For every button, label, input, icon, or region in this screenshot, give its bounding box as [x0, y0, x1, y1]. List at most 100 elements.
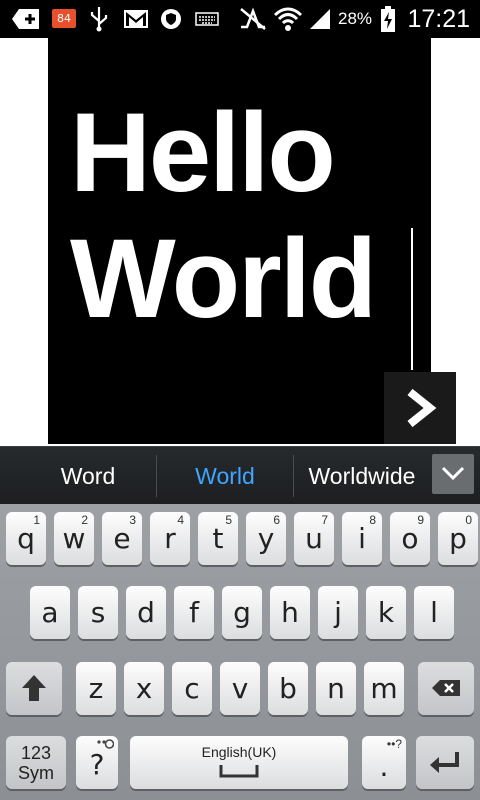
key-t[interactable]: t5	[198, 512, 238, 565]
key-label: j	[334, 596, 342, 629]
key-c[interactable]: c	[172, 662, 212, 715]
usb-icon	[86, 0, 112, 38]
key-p[interactable]: p0	[438, 512, 478, 565]
period-hint: ••?	[386, 737, 402, 751]
keyboard: 123 Sym ? English(UK) . ••? q1w2e3r4t5y6…	[0, 504, 480, 800]
key-label: x	[135, 672, 153, 705]
key-r[interactable]: r4	[150, 512, 190, 565]
key-u[interactable]: u7	[294, 512, 334, 565]
key-label: z	[88, 672, 104, 705]
key-x[interactable]: x	[124, 662, 164, 715]
key-l[interactable]: l	[414, 586, 454, 639]
settings-hint-icon	[97, 739, 114, 749]
key-w[interactable]: w2	[54, 512, 94, 565]
key-label: i	[358, 522, 366, 555]
key-label: s	[90, 596, 106, 629]
suggestion-worldwide[interactable]: Worldwide	[294, 447, 430, 505]
key-number-hint: 2	[81, 513, 88, 527]
key-g[interactable]: g	[222, 586, 262, 639]
key-label: d	[137, 596, 155, 629]
suggestion-world[interactable]: World	[157, 447, 293, 505]
key-label: r	[164, 522, 176, 555]
key-label: m	[370, 672, 398, 705]
expand-suggestions-button[interactable]	[432, 454, 474, 494]
chevron-right-icon	[407, 388, 437, 428]
key-number-hint: 9	[417, 513, 424, 527]
key-label: e	[113, 522, 131, 555]
space-bar-icon	[219, 765, 259, 778]
key-label: g	[233, 596, 251, 629]
key-y[interactable]: y6	[246, 512, 286, 565]
key-e[interactable]: e3	[102, 512, 142, 565]
space-language-label: English(UK)	[201, 744, 277, 760]
key-label: q	[17, 522, 35, 555]
content-area: Hello World	[0, 38, 480, 446]
next-button[interactable]	[384, 372, 456, 444]
battery-charging-icon	[378, 0, 398, 38]
question-mark-label: ?	[89, 748, 105, 781]
key-m[interactable]: m	[364, 662, 404, 715]
space-key[interactable]: English(UK)	[130, 736, 348, 789]
shield-icon	[158, 0, 184, 38]
key-label: n	[327, 672, 345, 705]
key-label: h	[281, 596, 299, 629]
period-label: .	[379, 750, 389, 783]
chevron-down-icon	[441, 466, 465, 481]
key-number-hint: 1	[33, 513, 40, 527]
backspace-icon	[432, 680, 460, 696]
keyboard-icon	[194, 0, 220, 38]
key-number-hint: 7	[321, 513, 328, 527]
key-a[interactable]: a	[30, 586, 70, 639]
enter-arrow-icon	[430, 752, 459, 773]
key-z[interactable]: z	[76, 662, 116, 715]
sym-key-label-top: 123	[20, 743, 52, 763]
no-signal-icon	[238, 0, 268, 38]
backspace-key[interactable]	[418, 662, 474, 715]
key-label: u	[305, 522, 323, 555]
key-s[interactable]: s	[78, 586, 118, 639]
enter-key[interactable]	[416, 736, 474, 789]
key-b[interactable]: b	[268, 662, 308, 715]
wifi-icon	[272, 0, 304, 38]
key-k[interactable]: k	[366, 586, 406, 639]
gmail-icon	[122, 0, 150, 38]
add-notification-icon	[10, 0, 42, 38]
key-label: k	[377, 596, 395, 629]
suggestion-word[interactable]: Word	[20, 447, 156, 505]
question-mark-key[interactable]: ?	[76, 736, 118, 789]
text-canvas[interactable]: Hello World	[48, 38, 431, 444]
sym-key-label-bottom: Sym	[18, 763, 54, 783]
key-label: w	[62, 522, 86, 555]
key-q[interactable]: q1	[6, 512, 46, 565]
key-d[interactable]: d	[126, 586, 166, 639]
key-h[interactable]: h	[270, 586, 310, 639]
key-label: y	[257, 522, 275, 555]
key-j[interactable]: j	[318, 586, 358, 639]
key-label: l	[430, 596, 438, 629]
sym-key[interactable]: 123 Sym	[6, 736, 66, 789]
key-label: p	[449, 522, 467, 555]
key-label: c	[184, 672, 200, 705]
key-label: b	[279, 672, 297, 705]
shift-arrow-icon	[22, 675, 46, 701]
key-f[interactable]: f	[174, 586, 214, 639]
key-o[interactable]: o9	[390, 512, 430, 565]
key-label: t	[212, 522, 224, 555]
key-v[interactable]: v	[220, 662, 260, 715]
key-number-hint: 3	[129, 513, 136, 527]
signal-strength-icon	[306, 0, 334, 38]
key-number-hint: 4	[177, 513, 184, 527]
key-label: a	[41, 596, 59, 629]
clock: 17:21	[407, 5, 470, 33]
canvas-text: Hello World	[70, 90, 377, 341]
notification-count-badge: 84	[52, 9, 76, 28]
key-i[interactable]: i8	[342, 512, 382, 565]
shift-key[interactable]	[6, 662, 62, 715]
key-label: v	[231, 672, 249, 705]
battery-percent: 28%	[338, 9, 373, 28]
key-label: o	[401, 522, 419, 555]
suggestion-strip: Word World Worldwide	[0, 446, 480, 505]
key-n[interactable]: n	[316, 662, 356, 715]
key-number-hint: 6	[273, 513, 280, 527]
period-key[interactable]: . ••?	[362, 736, 406, 789]
